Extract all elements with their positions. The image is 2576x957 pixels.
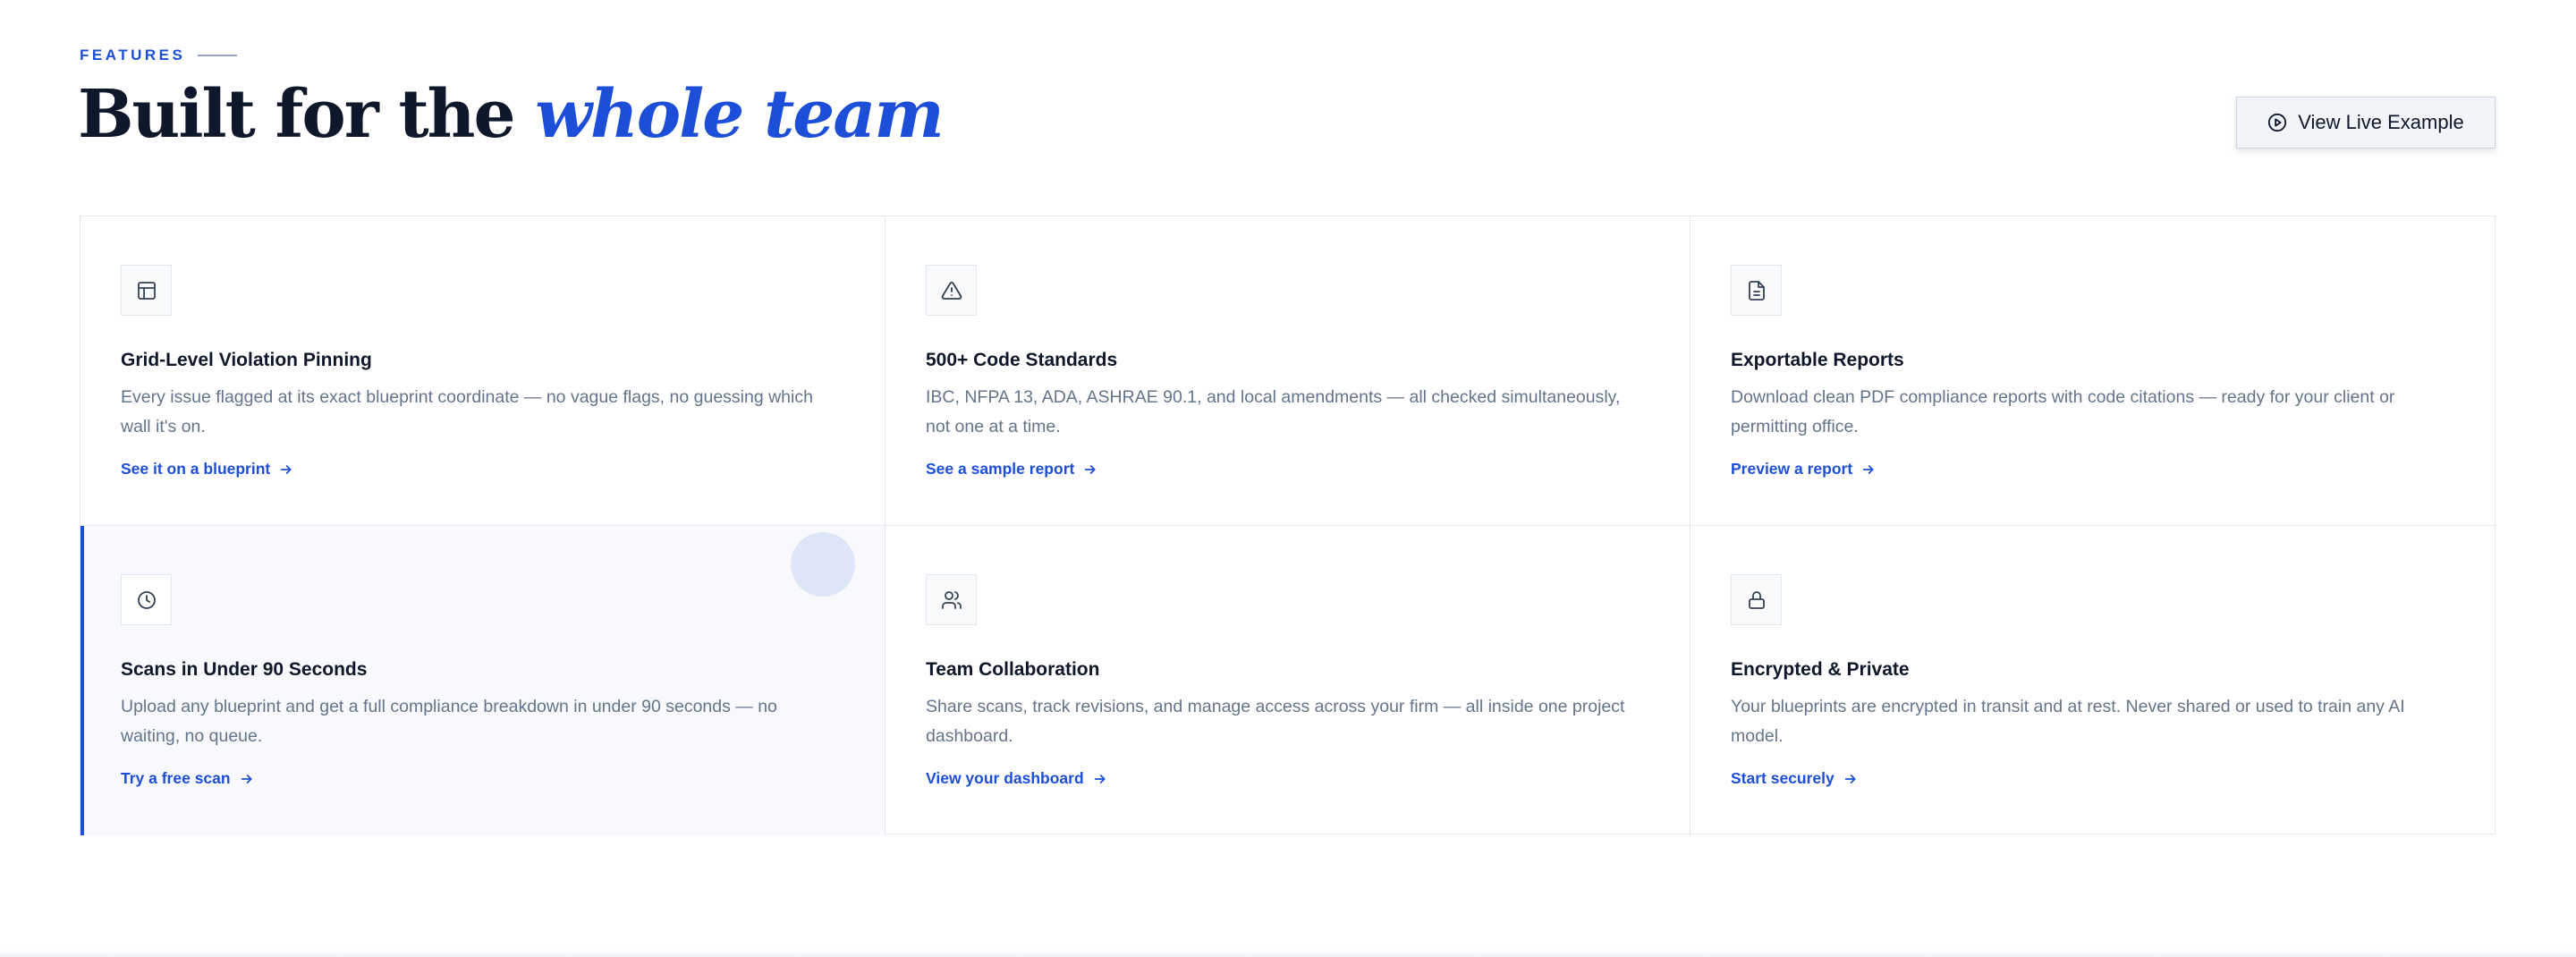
eyebrow-label: Features [80, 47, 186, 64]
try-free-scan-link[interactable]: Try a free scan [121, 769, 254, 788]
users-icon [926, 574, 977, 625]
document-icon [1731, 265, 1782, 316]
see-sample-report-link[interactable]: See a sample report [926, 460, 1097, 478]
feature-link-label: Preview a report [1731, 460, 1853, 478]
feature-link-label: Start securely [1731, 769, 1835, 787]
view-live-example-button[interactable]: View Live Example [2236, 97, 2496, 148]
feature-title: Grid-Level Violation Pinning [121, 350, 372, 370]
play-circle-icon [2267, 113, 2287, 132]
title-main: Built for the [78, 76, 536, 153]
feature-description: Share scans, track revisions, and manage… [926, 697, 1625, 746]
arrow-right-icon [1093, 772, 1107, 786]
clock-icon [121, 574, 172, 625]
feature-title: Team Collaboration [926, 659, 1100, 680]
eyebrow-rule [198, 55, 238, 56]
feature-description: Every issue flagged at its exact bluepri… [121, 387, 813, 436]
features-section: Features Built for the whole team View L… [0, 0, 2576, 957]
feature-card-violation-pinning: Grid-Level Violation Pinning Every issue… [80, 216, 886, 526]
arrow-right-icon [240, 772, 254, 786]
feature-link-label: See a sample report [926, 460, 1075, 478]
features-grid: Grid-Level Violation Pinning Every issue… [80, 216, 2496, 835]
start-securely-link[interactable]: Start securely [1731, 769, 1858, 788]
feature-title: Scans in Under 90 Seconds [121, 659, 368, 680]
section-title: Built for the whole team [78, 72, 945, 157]
feature-description: Upload any blueprint and get a full comp… [121, 697, 777, 746]
preview-report-link[interactable]: Preview a report [1731, 460, 1876, 478]
view-live-example-label: View Live Example [2298, 111, 2464, 133]
section-divider [0, 950, 2576, 957]
feature-card-team-collaboration: Team Collaboration Share scans, track re… [886, 526, 1690, 835]
feature-link-label: Try a free scan [121, 769, 231, 787]
section-eyebrow: Features [80, 47, 238, 64]
arrow-right-icon [279, 462, 293, 477]
lock-icon [1731, 574, 1782, 625]
feature-title: Exportable Reports [1731, 350, 1904, 370]
layout-grid-icon [121, 265, 172, 316]
warning-triangle-icon [926, 265, 977, 316]
arrow-right-icon [1843, 772, 1858, 786]
feature-card-exportable-reports: Exportable Reports Download clean PDF co… [1690, 216, 2496, 526]
feature-link-label: View your dashboard [926, 769, 1084, 787]
feature-card-fast-scans: Scans in Under 90 Seconds Upload any blu… [80, 526, 886, 835]
feature-description: Your blueprints are encrypted in transit… [1731, 697, 2405, 746]
feature-description: IBC, NFPA 13, ADA, ASHRAE 90.1, and loca… [926, 387, 1621, 436]
feature-card-encrypted-private: Encrypted & Private Your blueprints are … [1690, 526, 2496, 835]
see-on-blueprint-link[interactable]: See it on a blueprint [121, 460, 293, 478]
arrow-right-icon [1083, 462, 1097, 477]
feature-link-label: See it on a blueprint [121, 460, 271, 478]
decorative-circle [791, 532, 855, 597]
feature-title: Encrypted & Private [1731, 659, 1910, 680]
feature-title: 500+ Code Standards [926, 350, 1118, 370]
feature-card-code-standards: 500+ Code Standards IBC, NFPA 13, ADA, A… [886, 216, 1690, 526]
arrow-right-icon [1861, 462, 1876, 477]
feature-description: Download clean PDF compliance reports wi… [1731, 387, 2395, 436]
view-dashboard-link[interactable]: View your dashboard [926, 769, 1107, 788]
title-accent: whole team [535, 76, 944, 153]
